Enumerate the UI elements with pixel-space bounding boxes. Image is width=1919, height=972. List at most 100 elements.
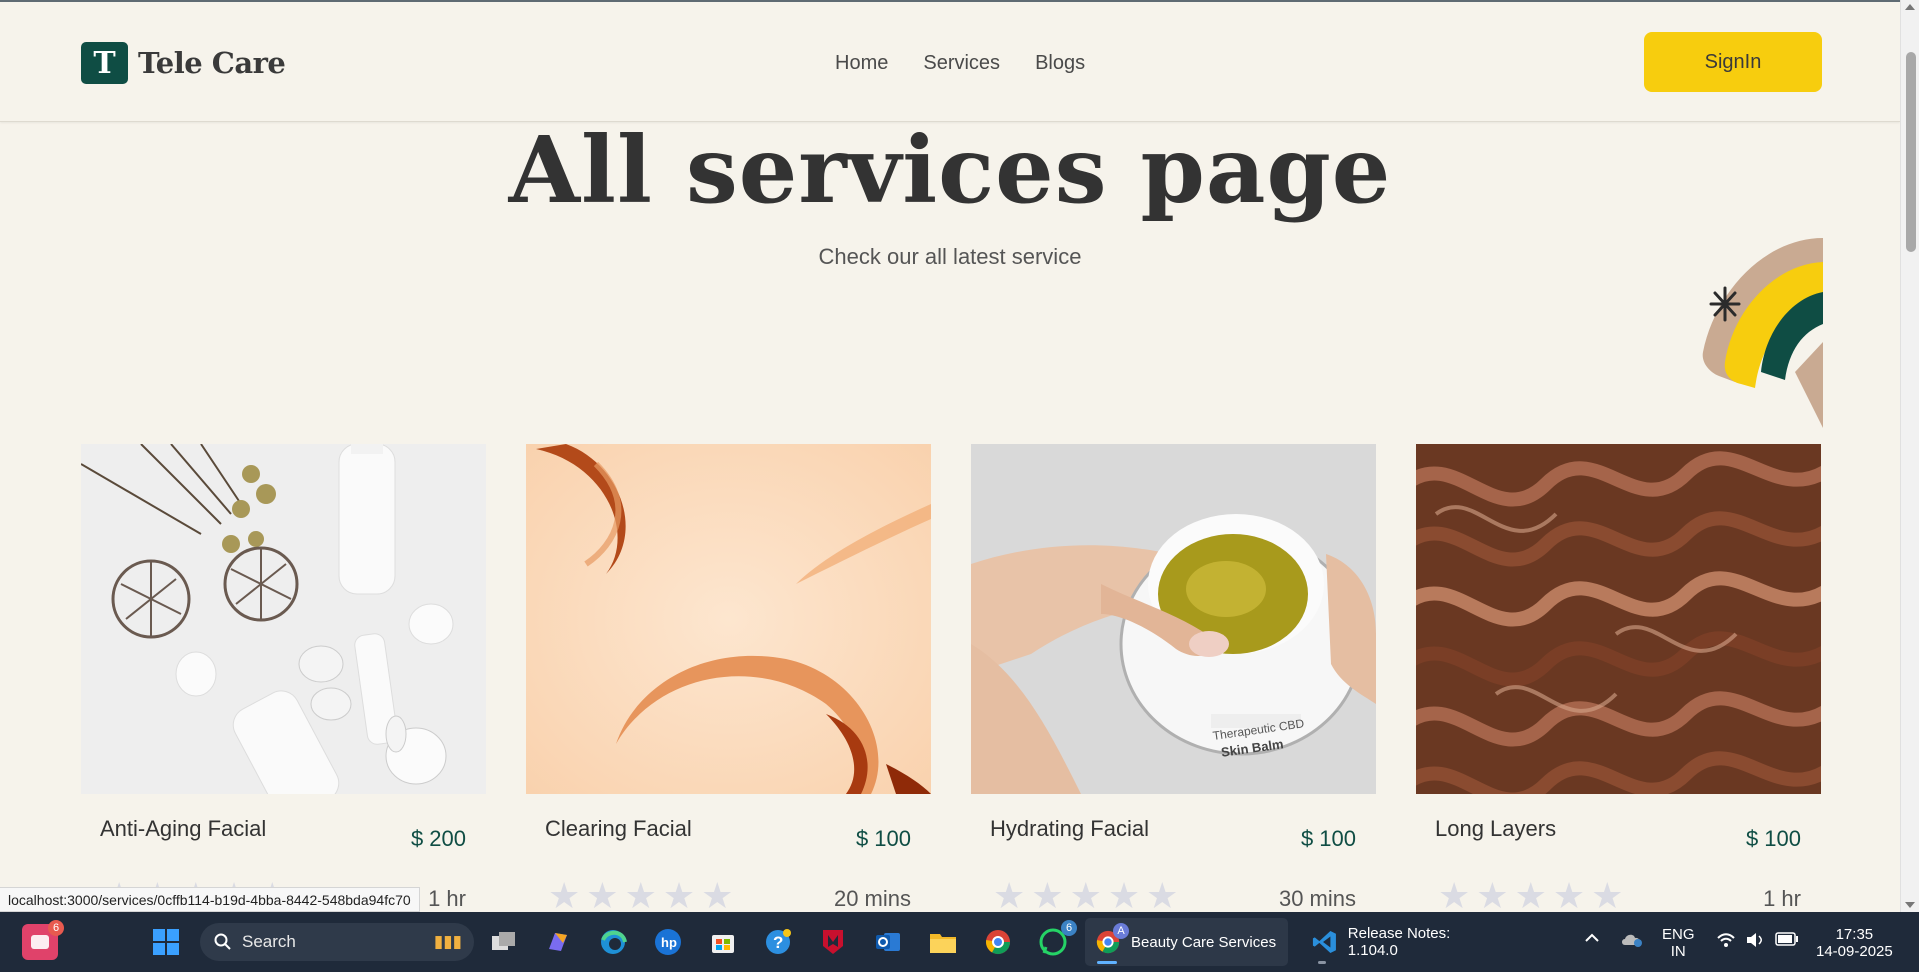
onedrive-icon[interactable]: [1620, 930, 1644, 952]
taskbar-app-vscode[interactable]: Release Notes: 1.104.0: [1302, 918, 1502, 966]
scroll-up-icon[interactable]: [1905, 4, 1915, 10]
star-icon: ★: [1438, 875, 1471, 913]
hp-icon[interactable]: hp: [650, 924, 686, 960]
windows-start-icon[interactable]: [148, 924, 184, 960]
star-icon: ★: [1069, 875, 1102, 913]
service-title: Clearing Facial: [545, 816, 692, 841]
star-icon: ★: [1476, 875, 1509, 913]
star-icon: ★: [624, 875, 657, 913]
taskbar-app-label: Beauty Care Services: [1131, 933, 1277, 951]
clock-date: 14-09-2025: [1816, 943, 1893, 960]
site-logo[interactable]: T Tele Care: [81, 42, 286, 84]
service-duration: 1 hr: [1763, 886, 1801, 911]
service-card[interactable]: Anti-Aging Facial $ 200 ★★★★★ 1 hr: [81, 444, 486, 912]
service-title: Long Layers: [1435, 816, 1557, 841]
language-indicator[interactable]: ENG IN: [1662, 926, 1695, 960]
edge-icon[interactable]: [595, 924, 631, 960]
signin-button[interactable]: SignIn: [1644, 32, 1822, 92]
link-status-bar: localhost:3000/services/0cffb114-b19d-4b…: [0, 887, 420, 912]
page-subtitle: Check our all latest service: [818, 244, 1082, 269]
service-card[interactable]: Long Layers $ 100 ★ ★ ★ ★ ★ 1 hr: [1416, 444, 1821, 912]
star-icon: ★: [662, 875, 696, 913]
help-icon[interactable]: ?: [760, 924, 796, 960]
service-price: $ 100: [855, 826, 911, 851]
vscode-icon: [1312, 930, 1336, 954]
service-duration: 20 mins: [833, 886, 911, 911]
site-header: T Tele Care Home Services Blogs SignIn: [0, 2, 1900, 122]
rating-stars: ★★★★★: [1438, 875, 1624, 913]
search-label: Search: [242, 932, 296, 951]
logo-text: Tele Care: [138, 46, 286, 80]
chevron-up-icon[interactable]: [1584, 930, 1600, 950]
widgets-icon[interactable]: 6: [22, 920, 64, 960]
logo-mark: T: [81, 42, 128, 84]
star-icon: ★: [993, 875, 1026, 913]
service-duration: 1 hr: [428, 886, 466, 911]
star-icon: ★: [548, 875, 581, 913]
search-icon: [214, 933, 231, 950]
nav-home[interactable]: Home: [835, 52, 888, 75]
svg-text:hp: hp: [661, 935, 677, 950]
whatsapp-badge: 6: [1061, 920, 1077, 936]
windows-taskbar: 6 Search ▮▮▮ hp ? 6 A Beauty Care Servic…: [0, 912, 1919, 972]
whatsapp-icon[interactable]: 6: [1035, 920, 1077, 960]
page-scrollbar[interactable]: [1900, 0, 1919, 912]
service-title: Hydrating Facial: [990, 816, 1149, 841]
active-indicator: [1097, 961, 1117, 964]
outlook-icon[interactable]: [870, 924, 906, 960]
scroll-down-icon[interactable]: [1905, 902, 1915, 908]
star-icon: ★: [1514, 875, 1547, 913]
running-indicator: [1318, 961, 1326, 964]
service-card[interactable]: Therapeutic CBD Skin Balm Hydrating Faci…: [971, 444, 1376, 912]
taskbar-app-label: Release Notes: 1.104.0: [1347, 925, 1451, 959]
store-icon[interactable]: [705, 924, 741, 960]
star-icon: ★: [1591, 875, 1624, 913]
service-price: $ 100: [1745, 826, 1801, 851]
chrome-profile-icon: A: [1095, 923, 1129, 955]
service-image-hair: [1416, 444, 1821, 794]
search-highlight-icon: ▮▮▮: [433, 932, 462, 951]
volume-icon[interactable]: [1745, 932, 1765, 952]
file-explorer-icon[interactable]: [925, 924, 961, 960]
service-card[interactable]: Clearing Facial $ 100 ★ ★ ★ ★ ★ 20 mins: [526, 444, 931, 912]
decorative-arch-graphic: [1702, 238, 1823, 428]
star-icon: ★: [1031, 875, 1064, 913]
service-title: Anti-Aging Facial: [100, 816, 267, 841]
star-icon: ★: [1552, 875, 1586, 913]
language-code: ENG: [1662, 926, 1695, 943]
rating-stars: ★★★★★: [993, 875, 1179, 913]
star-icon: ★: [1146, 875, 1179, 913]
rating-stars: ★★★★★: [548, 875, 734, 913]
nav-blogs[interactable]: Blogs: [1035, 52, 1085, 75]
svg-text:?: ?: [773, 933, 783, 952]
copilot-icon[interactable]: [540, 924, 576, 960]
clock[interactable]: 17:35 14-09-2025: [1816, 926, 1893, 960]
service-duration: 30 mins: [1278, 886, 1356, 911]
clock-time: 17:35: [1835, 926, 1874, 943]
taskbar-search[interactable]: Search ▮▮▮: [200, 923, 474, 961]
task-view-icon[interactable]: [486, 924, 522, 960]
star-icon: ★: [701, 875, 734, 913]
service-price: $ 100: [1300, 826, 1356, 851]
service-image-balm: Therapeutic CBD Skin Balm: [971, 444, 1376, 794]
asterisk-icon: [1709, 286, 1741, 322]
window-top-border: [0, 0, 1919, 2]
main-nav: Home Services Blogs: [835, 52, 1085, 75]
star-icon: ★: [1107, 875, 1141, 913]
service-image-products: [81, 444, 486, 794]
battery-icon[interactable]: [1775, 932, 1799, 950]
service-price: $ 200: [410, 826, 466, 851]
chrome-icon[interactable]: [980, 924, 1016, 960]
service-image-abstract: [526, 444, 931, 794]
nav-services[interactable]: Services: [923, 52, 1000, 75]
profile-badge: A: [1113, 923, 1129, 939]
mcafee-icon[interactable]: [815, 924, 851, 960]
notification-badge: 6: [48, 920, 64, 936]
scroll-thumb[interactable]: [1906, 52, 1916, 252]
page-title: All services page: [508, 116, 1392, 224]
region-code: IN: [1670, 943, 1686, 960]
browser-viewport: T Tele Care Home Services Blogs SignIn A…: [0, 0, 1900, 912]
taskbar-app-chrome[interactable]: A Beauty Care Services: [1085, 918, 1288, 966]
star-icon: ★: [586, 875, 619, 913]
wifi-icon[interactable]: [1716, 932, 1736, 952]
